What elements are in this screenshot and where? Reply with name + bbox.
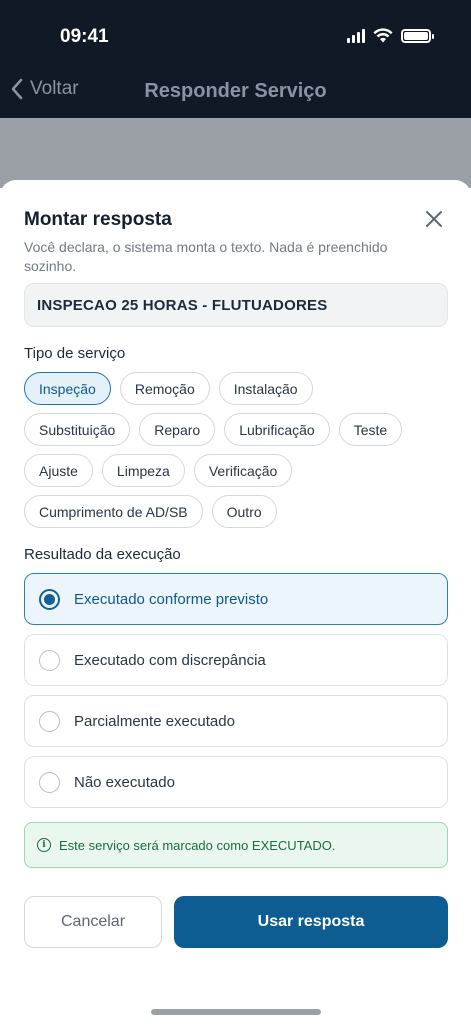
- home-indicator: [151, 1009, 321, 1015]
- chip-remocao[interactable]: Remoção: [119, 372, 210, 405]
- sheet-subtitle: Você declara, o sistema monta o texto. N…: [24, 239, 388, 274]
- modal-backdrop[interactable]: [0, 118, 471, 188]
- option-label: Executado conforme previsto: [74, 590, 269, 608]
- cellular-signal-icon: [347, 28, 365, 43]
- radio-unchecked: [39, 771, 60, 793]
- use-response-button[interactable]: Usar resposta: [174, 896, 448, 948]
- battery-icon: [401, 28, 434, 43]
- cancel-button[interactable]: Cancelar: [24, 896, 162, 948]
- radio-unchecked: [39, 710, 60, 732]
- info-message: Este serviço será marcado como EXECUTADO…: [59, 837, 336, 853]
- chip-row: Inspeção Remoção Instalação: [24, 372, 454, 405]
- chip-verificacao[interactable]: Verificação: [193, 454, 293, 487]
- radio-checked: [39, 588, 60, 610]
- chip-lubrificacao[interactable]: Lubrificação: [224, 413, 330, 446]
- result-options: Executado conforme previsto Executado co…: [24, 573, 448, 817]
- service-type-label: Tipo de serviço: [24, 345, 126, 362]
- result-option-executado[interactable]: Executado conforme previsto: [24, 573, 448, 625]
- chip-cumprimento-ad-sb[interactable]: Cumprimento de AD/SB: [24, 495, 203, 528]
- result-option-discrepancia[interactable]: Executado com discrepância: [24, 634, 448, 686]
- chip-ajuste[interactable]: Ajuste: [24, 454, 93, 487]
- bottom-sheet: Montar resposta Você declara, o sistema …: [0, 180, 471, 1024]
- option-label: Parcialmente executado: [74, 712, 235, 730]
- radio-unchecked: [39, 649, 60, 671]
- result-option-nao-executado[interactable]: Não executado: [24, 756, 448, 808]
- wifi-icon: [373, 28, 393, 43]
- nav-title: Responder Serviço: [144, 80, 327, 102]
- chip-limpeza[interactable]: Limpeza: [101, 454, 185, 487]
- chip-teste[interactable]: Teste: [338, 413, 403, 446]
- chip-outro[interactable]: Outro: [211, 495, 277, 528]
- status-time: 09:41: [60, 26, 109, 47]
- service-description-value: INSPECAO 25 HORAS - FLUTUADORES: [37, 296, 328, 314]
- chip-row: Cumprimento de AD/SB Outro: [24, 495, 454, 528]
- result-label: Resultado da execução: [24, 546, 181, 563]
- service-description-field[interactable]: INSPECAO 25 HORAS - FLUTUADORES: [24, 283, 448, 327]
- status-icons: [347, 28, 434, 43]
- close-icon[interactable]: [423, 208, 445, 230]
- info-icon: i: [37, 838, 51, 852]
- result-option-parcial[interactable]: Parcialmente executado: [24, 695, 448, 747]
- sheet-title: Montar resposta: [24, 209, 172, 230]
- chip-inspecao[interactable]: Inspeção: [24, 372, 111, 405]
- top-bar: 09:41 Voltar Responder Serviço: [0, 0, 471, 118]
- chip-reparo[interactable]: Reparo: [139, 413, 216, 446]
- chip-row: Ajuste Limpeza Verificação: [24, 454, 454, 487]
- option-label: Executado com discrepância: [74, 651, 266, 669]
- option-label: Não executado: [74, 773, 175, 791]
- chip-instalacao[interactable]: Instalação: [218, 372, 313, 405]
- chip-substituicao[interactable]: Substituição: [24, 413, 131, 446]
- info-banner: i Este serviço será marcado como EXECUTA…: [24, 822, 448, 868]
- chip-row: Substituição Reparo Lubrificação Teste: [24, 413, 454, 446]
- service-type-chips: Inspeção Remoção Instalação Substituição…: [24, 372, 454, 536]
